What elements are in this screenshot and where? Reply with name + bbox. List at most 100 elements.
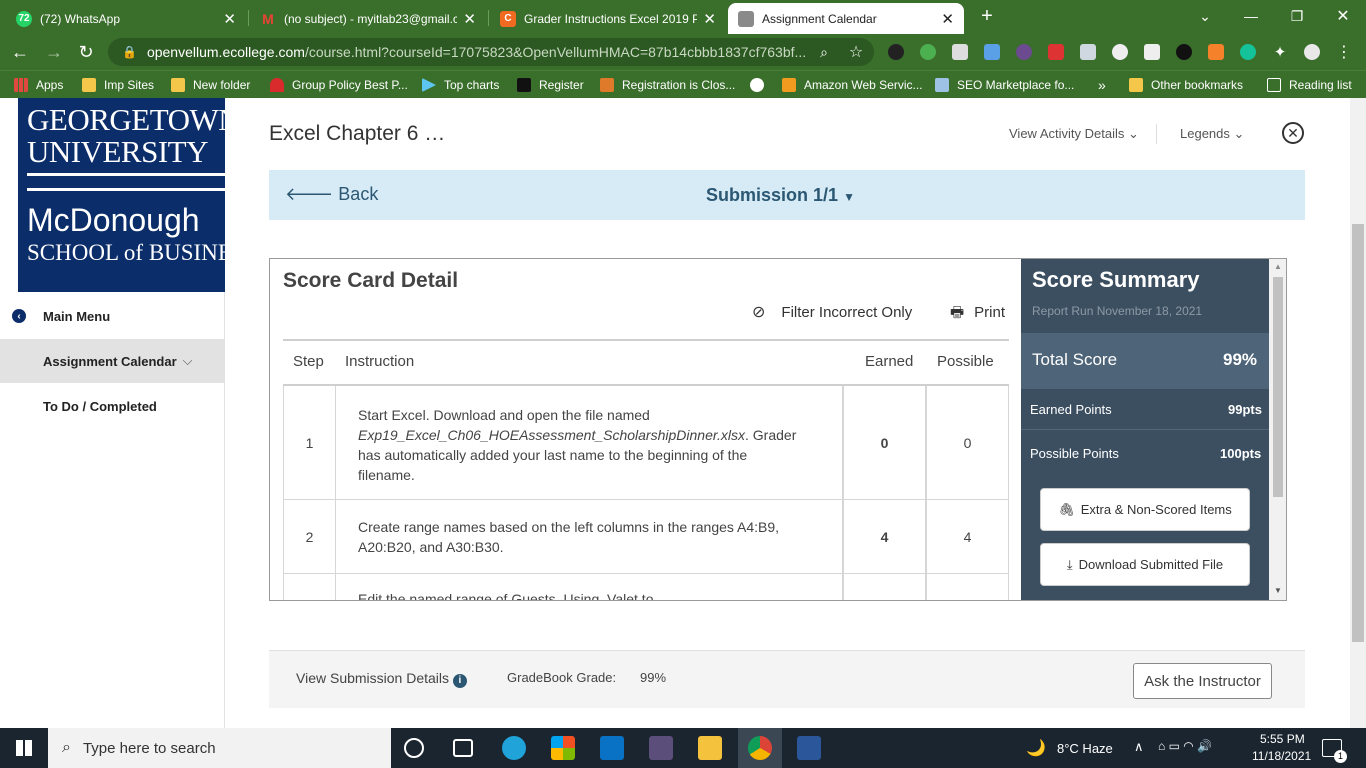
score-card-title: Score Card Detail — [283, 269, 459, 292]
tab-search-chevron-icon[interactable]: ⌄ — [1182, 0, 1228, 32]
new-tab-button[interactable]: + — [964, 0, 1010, 32]
weather-text[interactable]: 8°C Haze — [1057, 741, 1113, 756]
other-bookmarks[interactable]: Other bookmarks — [1129, 76, 1243, 94]
chevron-down-icon: ⌄ — [1233, 126, 1245, 141]
ask-instructor-button[interactable]: Ask the Instructor — [1133, 663, 1272, 699]
close-tab-icon[interactable]: ✕ — [223, 10, 236, 28]
extension-vt-icon[interactable] — [888, 44, 904, 60]
sidebar-item-todo-completed[interactable]: To Do / Completed — [0, 384, 225, 428]
video-editor-icon[interactable] — [649, 736, 673, 760]
word-icon[interactable] — [797, 736, 821, 760]
download-submitted-file-button[interactable]: ⤓ Download Submitted File — [1040, 543, 1250, 586]
extension-web-icon[interactable] — [1112, 44, 1128, 60]
weather-icon[interactable]: 🌙 — [1026, 738, 1046, 758]
profile-avatar-icon[interactable] — [1304, 44, 1320, 60]
bookmark-label: New folder — [193, 78, 251, 92]
forward-arrow-icon[interactable]: → — [42, 40, 66, 64]
address-bar[interactable]: 🔒 openvellum.ecollege.com/course.html?co… — [108, 38, 874, 66]
filter-incorrect-toggle[interactable]: ⊘ Filter Incorrect Only — [752, 302, 912, 322]
system-tray-icons[interactable]: ⌂ ▭ ◠ 🔊 — [1158, 739, 1212, 753]
bookmark-new-folder[interactable]: New folder — [171, 76, 250, 94]
file-explorer-icon[interactable] — [698, 736, 722, 760]
card-scrollbar[interactable]: ▲ ▼ — [1269, 259, 1286, 600]
extension-check-icon[interactable] — [952, 44, 968, 60]
bookmark-globe[interactable] — [750, 76, 764, 94]
task-view-icon[interactable] — [453, 739, 473, 757]
extension-k-icon[interactable] — [1016, 44, 1032, 60]
logo-text: UNIVERSITY — [27, 134, 209, 169]
info-icon[interactable]: i — [452, 674, 467, 688]
view-submission-details-link[interactable]: View Submission Details i — [296, 670, 467, 688]
aws-cube-icon — [782, 78, 796, 92]
close-tab-icon[interactable]: ✕ — [703, 10, 716, 28]
extension-font-icon[interactable] — [984, 44, 1000, 60]
reload-icon[interactable]: ↻ — [74, 40, 98, 64]
clock-time[interactable]: 5:55 PM — [1260, 732, 1305, 746]
cortana-icon[interactable] — [404, 738, 424, 758]
sidebar-item-assignment-calendar[interactable]: Assignment Calendar ⌵ — [0, 339, 225, 383]
bookmark-imp-sites[interactable]: Imp Sites — [82, 76, 154, 94]
bookmark-label: Other bookmarks — [1151, 78, 1244, 92]
extensions-puzzle-icon[interactable]: ✦ — [1268, 40, 1292, 64]
extension-doc-icon[interactable] — [1144, 44, 1160, 60]
extension-book-icon[interactable] — [1048, 44, 1064, 60]
caret-down-icon: ▼ — [843, 190, 855, 204]
grammarly-icon[interactable] — [1240, 44, 1256, 60]
bookmark-aws[interactable]: Amazon Web Servic... — [782, 76, 923, 94]
back-arrow-icon[interactable]: ← — [8, 40, 32, 64]
back-button[interactable]: 🡐 Back — [285, 184, 378, 205]
bookmarks-overflow-button[interactable]: » — [1098, 76, 1106, 94]
extension-globe-icon[interactable] — [920, 44, 936, 60]
bookmark-top-charts[interactable]: Top charts — [422, 76, 499, 94]
legends-dropdown[interactable]: Legends ⌄ — [1180, 126, 1244, 142]
total-score-value: 99% — [1223, 350, 1258, 369]
column-header-step: Step — [293, 353, 324, 370]
logo-rule — [27, 173, 225, 176]
bookmark-group-policy[interactable]: Group Policy Best P... — [270, 76, 408, 94]
tab-assignment-calendar[interactable]: Assignment Calendar ✕ — [728, 3, 964, 34]
scroll-up-icon[interactable]: ▲ — [1274, 262, 1282, 271]
zoom-icon[interactable]: ⌕ — [812, 40, 836, 64]
clock-date[interactable]: 11/18/2021 — [1252, 749, 1311, 763]
extension-u-icon[interactable] — [1208, 44, 1224, 60]
reading-list[interactable]: Reading list — [1267, 76, 1352, 94]
browser-tab-strip: 72 (72) WhatsApp ✕ M (no subject) - myit… — [0, 0, 1366, 34]
window-close-button[interactable]: ✕ — [1320, 0, 1366, 32]
step-cell — [283, 574, 336, 600]
bookmark-seo[interactable]: SEO Marketplace fo... — [935, 76, 1074, 94]
button-label: Extra & Non-Scored Items — [1080, 502, 1232, 517]
close-tab-icon[interactable]: ✕ — [941, 10, 954, 28]
earned-cell — [843, 574, 926, 600]
scroll-down-icon[interactable]: ▼ — [1274, 586, 1282, 595]
scroll-thumb[interactable] — [1273, 277, 1283, 497]
mail-icon[interactable] — [600, 736, 624, 760]
extra-non-scored-button[interactable]: 🖇 Extra & Non-Scored Items — [1040, 488, 1250, 531]
bookmark-apps[interactable]: Apps — [14, 76, 63, 94]
taskbar-search[interactable]: ⌕ Type here to search — [48, 728, 391, 768]
page-scroll-thumb[interactable] — [1352, 224, 1364, 642]
tab-whatsapp[interactable]: 72 (72) WhatsApp ✕ — [6, 3, 246, 34]
instruction-cell: Edit the named range of Guests_Using_Val… — [336, 574, 843, 600]
chrome-icon[interactable] — [748, 736, 772, 760]
windows-start-icon[interactable] — [16, 740, 32, 756]
close-activity-button[interactable]: ✕ — [1282, 122, 1304, 144]
tab-grader-instructions[interactable]: C Grader Instructions Excel 2019 Pr ✕ — [490, 3, 726, 34]
close-icon: ✕ — [1287, 124, 1299, 141]
bookmark-registration[interactable]: Registration is Clos... — [600, 76, 735, 94]
extension-circle-icon[interactable] — [1176, 44, 1192, 60]
submission-selector[interactable]: Submission 1/1 ▼ — [706, 185, 855, 206]
bookmark-star-icon[interactable]: ☆ — [844, 40, 868, 64]
print-button[interactable]: 🖶 Print — [950, 302, 1005, 327]
bookmark-register[interactable]: Register — [517, 76, 584, 94]
sidebar-item-main-menu[interactable]: ‹ Main Menu — [0, 294, 225, 338]
view-activity-details-dropdown[interactable]: View Activity Details ⌄ — [1009, 126, 1139, 142]
maximize-button[interactable]: ❐ — [1274, 0, 1320, 32]
extension-tr-icon[interactable] — [1080, 44, 1096, 60]
close-tab-icon[interactable]: ✕ — [463, 10, 476, 28]
chrome-menu-icon[interactable]: ⋮ — [1332, 40, 1356, 64]
edge-icon[interactable] — [502, 736, 526, 760]
show-hidden-icons-chevron-icon[interactable]: ∧ — [1134, 739, 1144, 755]
tab-gmail[interactable]: M (no subject) - myitlab23@gmail.c ✕ — [250, 3, 486, 34]
store-icon[interactable] — [551, 736, 575, 760]
minimize-button[interactable]: — — [1228, 0, 1274, 32]
